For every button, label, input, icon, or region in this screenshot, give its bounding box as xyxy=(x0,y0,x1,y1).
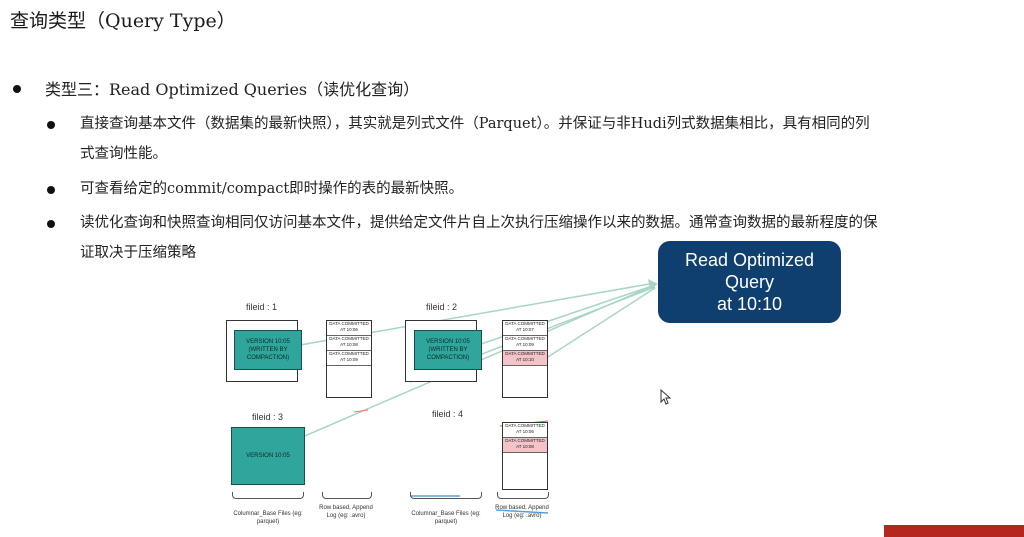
query-line2: Query xyxy=(724,272,775,292)
query-line3: at 10:10 xyxy=(716,294,783,314)
read-optimized-query-box: Read Optimized Query at 10:10 xyxy=(658,241,841,323)
log-cell: DATA COMMITTED AT 10:07 xyxy=(503,321,547,336)
caption-rowbased-2: Row based, Append Log (eg: .avro) xyxy=(495,505,549,519)
corner-banner xyxy=(884,525,1024,537)
query-line1: Read Optimized xyxy=(684,250,815,270)
base-file-1: VERSION 10:05 (WRITTEN BY COMPACTION) xyxy=(234,330,302,370)
fileid-1-label: fileid : 1 xyxy=(246,302,278,312)
brace xyxy=(322,492,372,499)
fileid-3-label: fileid : 3 xyxy=(252,412,284,422)
log-cell-highlight: DATA COMMITTED AT 10:08 xyxy=(503,438,547,453)
log-cell: DATA COMMITTED AT 10:09 xyxy=(503,336,547,351)
caption-columnar-1: Columnar_Base Files (eg: parquet) xyxy=(233,511,303,525)
fileid-2-label: fileid : 2 xyxy=(426,302,458,312)
base-file-3: VERSION 10:05 xyxy=(231,427,305,485)
brace xyxy=(410,492,482,499)
log-cell: DATA COMMITTED AT 10:09 xyxy=(327,351,371,366)
brace xyxy=(497,492,549,499)
mouse-cursor-icon xyxy=(660,389,672,405)
fileid-4-label: fileid : 4 xyxy=(432,409,464,419)
log-column-4: DATA COMMITTED AT 10:06 DATA COMMITTED A… xyxy=(502,422,548,490)
log-column-1: DATA COMMITTED AT 10:06 DATA COMMITTED A… xyxy=(326,320,372,398)
log-cell-highlight: DATA COMMITTED AT 10:10 xyxy=(503,351,547,366)
base-file-2: VERSION 10:05 (WRITTEN BY COMPACTION) xyxy=(414,330,482,370)
log-cell: DATA COMMITTED AT 10:08 xyxy=(327,336,371,351)
log-cell: DATA COMMITTED AT 10:06 xyxy=(503,423,547,438)
caption-rowbased-1: Row based, Append Log (eg: .avro) xyxy=(319,505,373,519)
log-column-2: DATA COMMITTED AT 10:07 DATA COMMITTED A… xyxy=(502,320,548,398)
log-cell: DATA COMMITTED AT 10:06 xyxy=(327,321,371,336)
brace xyxy=(232,492,304,499)
caption-columnar-2: Columnar_Base Files (eg: parquet) xyxy=(411,511,481,525)
